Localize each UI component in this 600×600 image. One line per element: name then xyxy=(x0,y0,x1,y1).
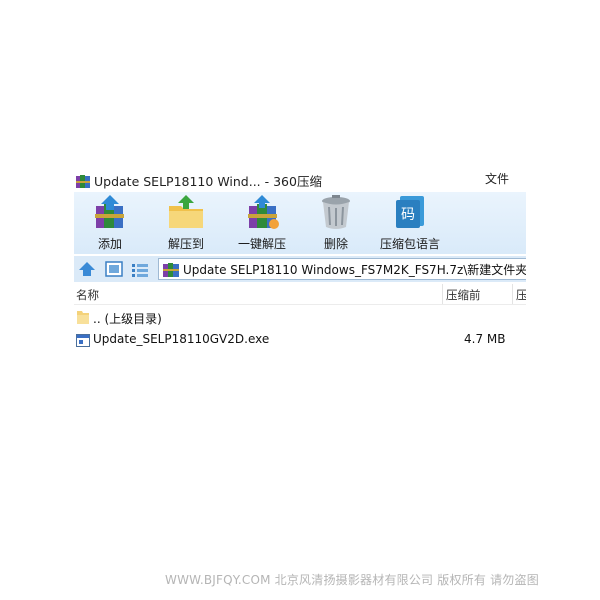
add-button[interactable]: 添加 xyxy=(84,194,136,252)
folder-icon xyxy=(76,309,90,329)
archive-language-icon: 码 xyxy=(396,196,424,228)
address-bar: Update SELP18110 Windows_FS7M2K_FS7H.7z\… xyxy=(74,256,526,282)
address-path: Update SELP18110 Windows_FS7M2K_FS7H.7z\… xyxy=(183,263,526,277)
extract-to-button[interactable]: 解压到 xyxy=(160,194,212,252)
file-name: Update_SELP18110GV2D.exe xyxy=(93,332,270,346)
winrar-books-icon xyxy=(76,173,90,188)
extract-to-folder-icon xyxy=(169,195,203,228)
file-name: .. (上级目录) xyxy=(93,312,162,326)
column-divider[interactable] xyxy=(442,284,443,304)
one-click-extract-icon xyxy=(248,195,279,229)
archive-language-label: 压缩包语言 xyxy=(379,237,440,251)
archive-window: Update SELP18110 Wind... - 360压缩 文件 添加 解… xyxy=(74,168,526,358)
column-header: 名称 压缩前 压 xyxy=(74,284,526,305)
file-size: 4.7 MB xyxy=(464,332,506,346)
title-bar: Update SELP18110 Wind... - 360压缩 文件 xyxy=(74,168,526,190)
thumbnail-view-icon[interactable] xyxy=(105,261,123,281)
address-field[interactable]: Update SELP18110 Windows_FS7M2K_FS7H.7z\… xyxy=(158,258,526,280)
window-title: Update SELP18110 Wind... - 360压缩 xyxy=(94,174,322,189)
column-compressed-after[interactable]: 压 xyxy=(516,287,526,303)
add-archive-icon xyxy=(95,195,124,228)
watermark-text: WWW.BJFQY.COM 北京风清扬摄影器材有限公司 版权所有 请勿盗图 xyxy=(165,573,539,587)
column-name[interactable]: 名称 xyxy=(76,287,99,303)
extract-to-label: 解压到 xyxy=(167,237,204,251)
exe-file-icon xyxy=(76,332,90,351)
delete-label: 删除 xyxy=(323,237,348,251)
column-divider[interactable] xyxy=(512,284,513,304)
add-label: 添加 xyxy=(97,237,122,251)
archive-icon xyxy=(163,262,179,281)
trash-can-icon xyxy=(322,195,350,229)
list-view-icon[interactable] xyxy=(131,262,149,281)
archive-language-button[interactable]: 码 压缩包语言 xyxy=(374,194,446,252)
one-click-extract-label: 一键解压 xyxy=(237,237,286,251)
column-compressed-before[interactable]: 压缩前 xyxy=(446,287,481,303)
delete-button[interactable]: 删除 xyxy=(310,194,362,252)
list-item[interactable]: Update_SELP18110GV2D.exe 4.7 MB xyxy=(74,328,526,350)
one-click-extract-button[interactable]: 一键解压 xyxy=(234,194,290,252)
list-item[interactable]: .. (上级目录) xyxy=(74,306,526,328)
archive-language-glyph: 码 xyxy=(401,207,415,223)
up-arrow-icon[interactable] xyxy=(78,261,96,281)
toolbar: 添加 解压到 一键解压 删除 码 压缩包语言 xyxy=(74,192,526,254)
menu-file[interactable]: 文件 xyxy=(485,170,509,187)
